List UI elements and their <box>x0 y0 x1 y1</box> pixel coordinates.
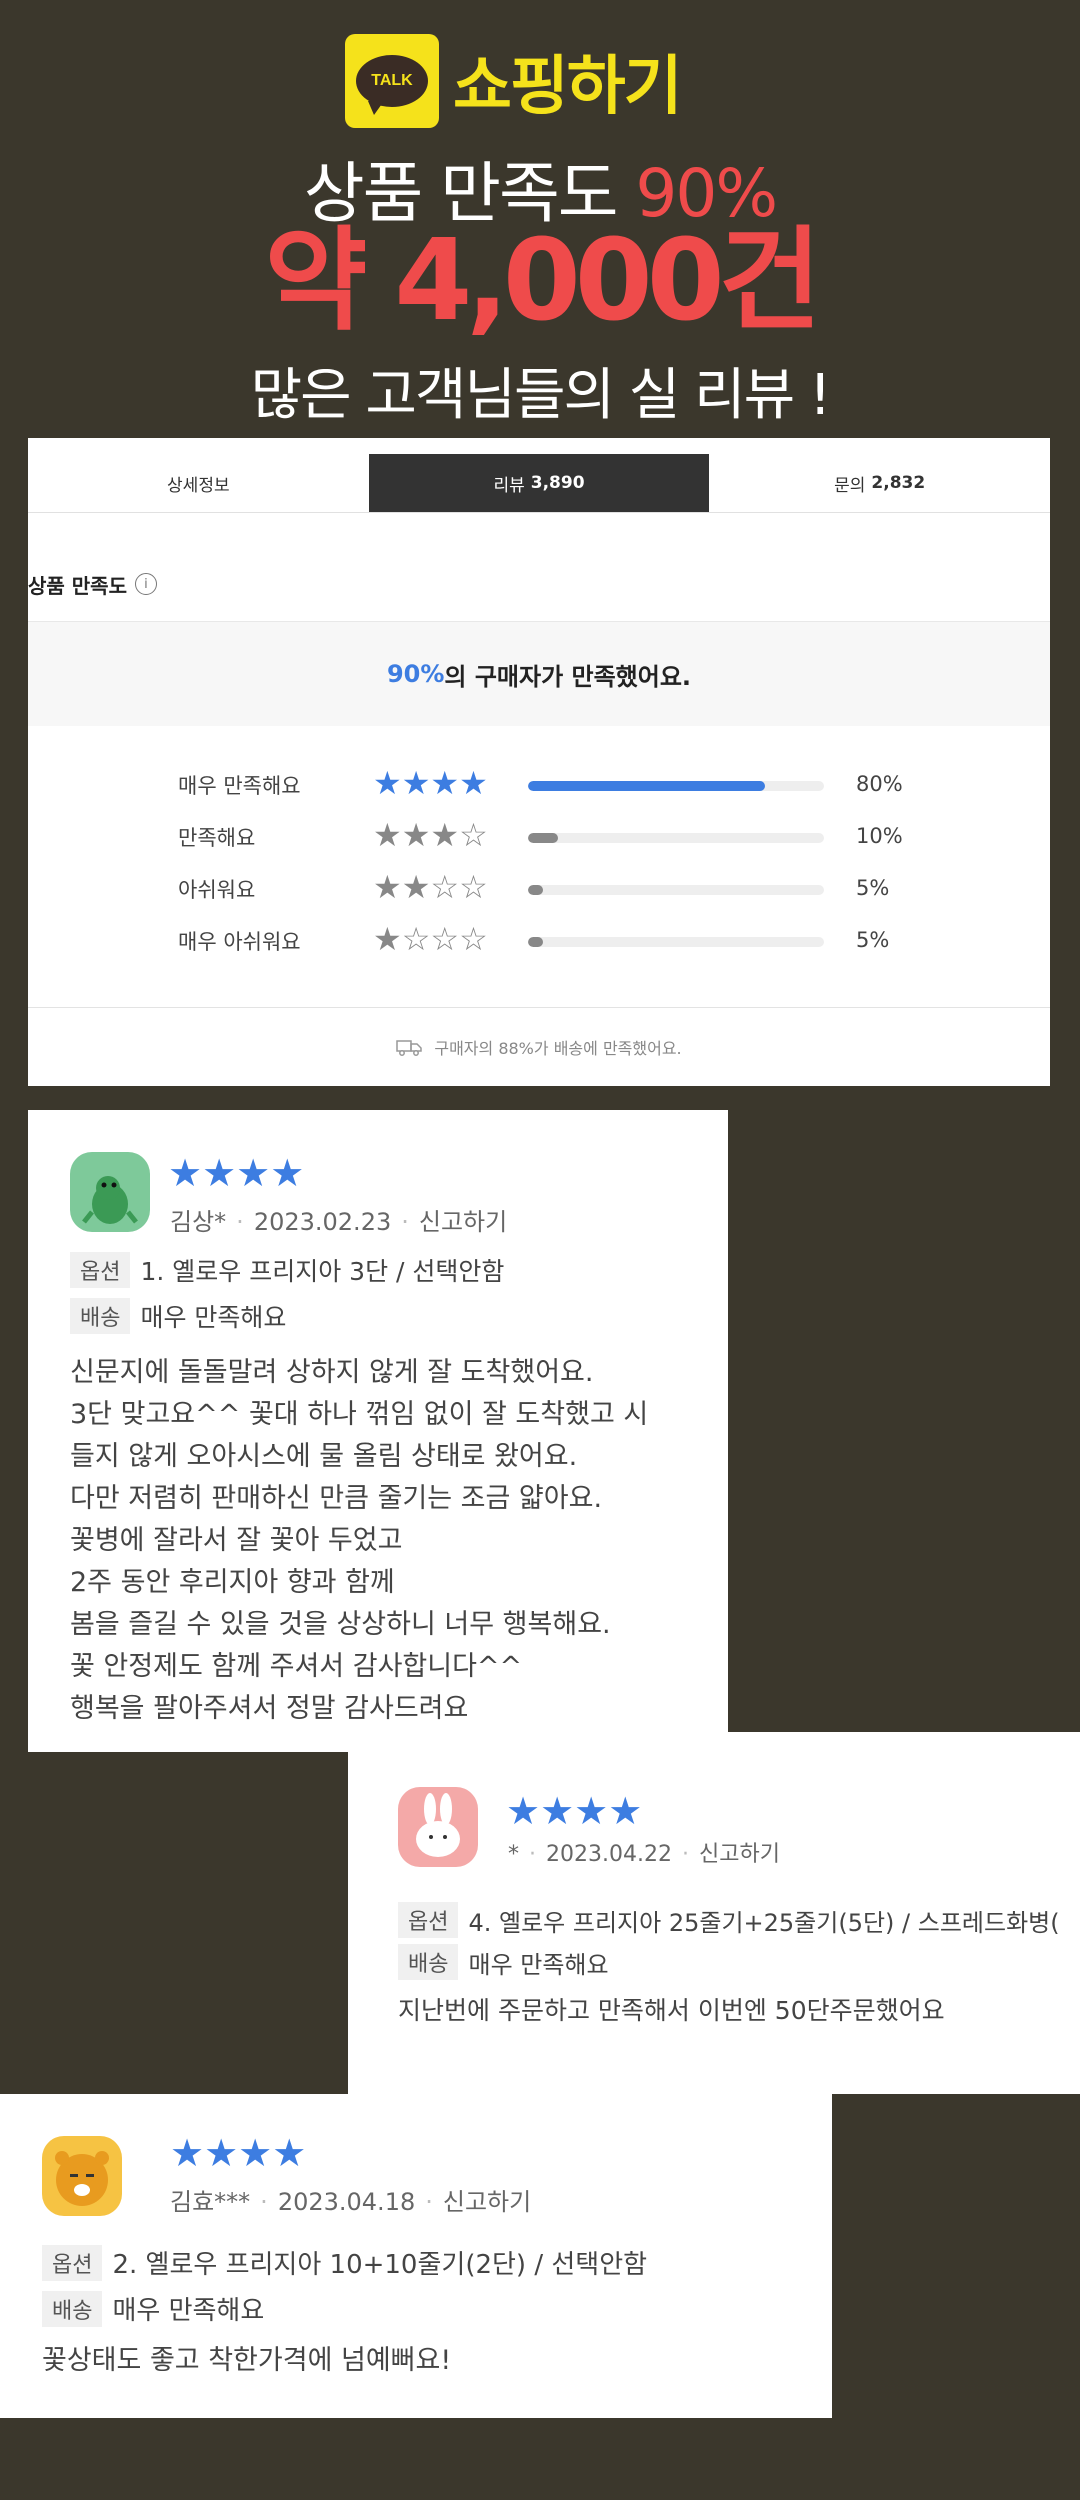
satisfaction-summary: 90% 의 구매자가 만족했어요. <box>28 621 1050 726</box>
review-meta: * · 2023.04.22 · 신고하기 <box>508 1842 780 1867</box>
review-author: 김효*** <box>170 2188 251 2216</box>
tab-inquiries-count: 2,832 <box>871 473 926 493</box>
tab-reviews[interactable]: 리뷰 3,890 <box>368 454 710 512</box>
rating-label: 매우 아쉬워요 <box>178 930 301 954</box>
review-date: 2023.04.22 <box>546 1842 672 1867</box>
rating-stars: ★★☆☆ <box>373 868 488 906</box>
review-body: 신문지에 돌돌말려 상하지 않게 잘 도착했어요. 3단 맞고요^^ 꽃대 하나… <box>70 1357 649 1724</box>
truck-icon <box>396 1040 423 1056</box>
report-link[interactable]: 신고하기 <box>443 2188 531 2216</box>
report-link[interactable]: 신고하기 <box>419 1208 507 1236</box>
rating-stars: ★☆☆☆ <box>373 920 488 958</box>
satisfaction-summary-text: 의 구매자가 만족했어요. <box>444 662 692 691</box>
talk-badge-text: TALK <box>371 72 413 89</box>
rating-label: 만족해요 <box>178 826 256 850</box>
review-card: ★★★★ 김상* · 2023.02.23 · 신고하기 옵션 1. 옐로우 프리지아 3… <box>28 1110 728 1752</box>
brand-title: 쇼핑하기 <box>453 50 683 124</box>
rating-percent: 10% <box>856 824 903 848</box>
rating-percent: 80% <box>856 772 903 796</box>
review-meta: 김상* · 2023.02.23 · 신고하기 <box>170 1208 508 1236</box>
satisfaction-highlight: 90% <box>386 660 445 688</box>
rating-row: 매우 만족해요 ★★★★ 80% <box>28 764 1050 822</box>
rating-bar-fill <box>528 833 558 843</box>
info-icon[interactable]: i <box>134 573 157 595</box>
review-option: 옵션 2. 옐로우 프리지아 10+10줄기(2단) / 선택안함 <box>42 2244 647 2281</box>
rating-row: 매우 아쉬워요 ★☆☆☆ 5% <box>28 920 1050 978</box>
review-meta: 김효*** · 2023.04.18 · 신고하기 <box>170 2188 532 2216</box>
delivery-value: 매우 만족해요 <box>112 2296 265 2326</box>
delivery-tag: 배송 <box>398 1944 459 1980</box>
hero-tagline: 많은 고객님들의 실 리뷰 ! <box>250 363 832 428</box>
kakao-talk-icon: TALK <box>345 34 439 128</box>
review-delivery: 배송 매우 만족해요 <box>398 1944 609 1980</box>
review-author: 김상* <box>170 1208 227 1236</box>
rating-row: 아쉬워요 ★★☆☆ 5% <box>28 868 1050 926</box>
review-option: 옵션 1. 옐로우 프리지아 3단 / 선택안함 <box>70 1252 504 1288</box>
rating-bar-fill <box>528 885 543 895</box>
rating-percent: 5% <box>856 928 890 952</box>
option-value: 2. 옐로우 프리지아 10+10줄기(2단) / 선택안함 <box>112 2250 648 2280</box>
review-date: 2023.02.23 <box>253 1208 392 1236</box>
rating-bar <box>528 937 824 947</box>
rating-stars: ★★★★ <box>373 764 488 802</box>
option-tag: 옵션 <box>70 1252 131 1288</box>
delivery-value: 매우 만족해요 <box>468 1950 609 1979</box>
rating-bar-fill <box>528 781 765 791</box>
review-body: 꽃상태도 좋고 착한가격에 넘예뻐요! <box>42 2345 452 2376</box>
rating-bar <box>528 833 824 843</box>
satisfaction-heading: 상품 만족도 i <box>28 569 1050 599</box>
kakao-brand: TALK 쇼핑하기 <box>345 34 683 128</box>
rabbit-avatar-icon <box>398 1787 478 1867</box>
option-tag: 옵션 <box>42 2244 103 2281</box>
rating-label: 아쉬워요 <box>178 878 256 902</box>
review-stars: ★★★★ <box>170 2131 307 2175</box>
tab-detail-label: 상세정보 <box>167 475 230 496</box>
report-link[interactable]: 신고하기 <box>699 1842 780 1867</box>
rating-stars: ★★★☆ <box>373 816 488 854</box>
review-stars: ★★★★ <box>168 1151 305 1195</box>
rating-distribution: 매우 만족해요 ★★★★ 80% 만족해요 ★★★☆ 10% 아쉬워요 ★★☆☆… <box>28 764 1050 978</box>
review-stars: ★★★★ <box>506 1789 643 1833</box>
option-tag: 옵션 <box>398 1902 459 1938</box>
delivery-value: 매우 만족해요 <box>140 1303 287 1332</box>
promo-hero: TALK 쇼핑하기 상품 만족도 90% 약 4,000건 많은 고객님들의 실… <box>0 0 1080 430</box>
tab-inquiries[interactable]: 문의 2,832 <box>709 454 1050 512</box>
rating-row: 만족해요 ★★★☆ 10% <box>28 816 1050 874</box>
product-tabs: 상세정보 리뷰 3,890 문의 2,832 <box>28 454 1050 513</box>
delivery-tag: 배송 <box>42 2290 103 2327</box>
tab-reviews-count: 3,890 <box>530 473 585 493</box>
rating-bar-fill <box>528 937 543 947</box>
hero-review-count: 약 4,000건 <box>264 216 821 346</box>
review-date: 2023.04.18 <box>277 2188 416 2216</box>
satisfaction-title: 상품 만족도 <box>28 573 127 598</box>
delivery-satisfaction-note: 구매자의 88%가 배송에 만족했어요. <box>28 1007 1050 1086</box>
review-body: 지난번에 주문하고 만족해서 이번엔 50단주문했어요 <box>398 1996 945 2025</box>
review-author: * <box>508 1842 519 1867</box>
option-value: 1. 옐로우 프리지아 3단 / 선택안함 <box>140 1257 505 1286</box>
tab-reviews-label: 리뷰 <box>493 475 525 496</box>
rating-label: 매우 만족해요 <box>178 774 301 798</box>
tab-inquiries-label: 문의 <box>834 475 866 496</box>
delivery-note-text: 구매자의 88%가 배송에 만족했어요. <box>434 1039 682 1058</box>
review-card: ★★★★ 김효*** · 2023.04.18 · 신고하기 옵션 2. 옐로우 프리지아… <box>0 2094 832 2418</box>
review-card: ★★★★ * · 2023.04.22 · 신고하기 옵션 4. 옐로우 프리지아 25줄… <box>348 1732 1080 2094</box>
rating-bar <box>528 781 824 791</box>
rating-bar <box>528 885 824 895</box>
review-option: 옵션 4. 옐로우 프리지아 25줄기+25줄기(5단) / 스프레드화병( <box>398 1902 1060 1938</box>
review-delivery: 배송 매우 만족해요 <box>70 1298 286 1334</box>
dinosaur-avatar-icon <box>70 1152 150 1232</box>
delivery-tag: 배송 <box>70 1298 131 1334</box>
rating-percent: 5% <box>856 876 890 900</box>
review-summary-panel: 상세정보 리뷰 3,890 문의 2,832 상품 만족도 i 90% 의 구매자가 … <box>28 438 1050 1086</box>
option-value: 4. 옐로우 프리지아 25줄기+25줄기(5단) / 스프레드화병( <box>468 1908 1060 1937</box>
lion-avatar-icon <box>42 2136 122 2216</box>
review-delivery: 배송 매우 만족해요 <box>42 2290 264 2327</box>
tab-detail[interactable]: 상세정보 <box>28 454 369 512</box>
